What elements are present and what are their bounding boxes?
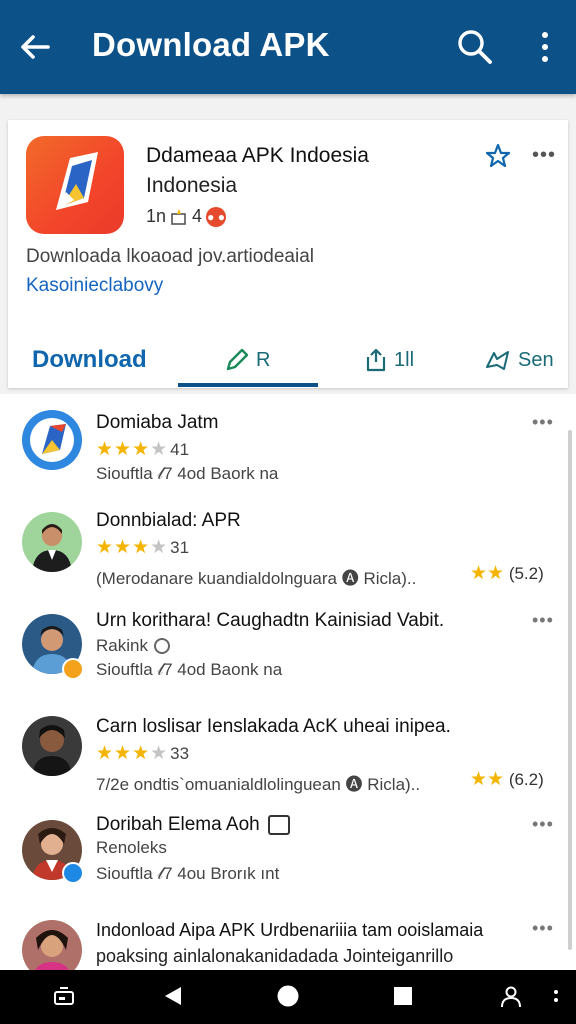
tab-edit-label: R xyxy=(256,348,271,371)
list-item[interactable]: Donnbialad: APR ★★★★ 31 (Merodanare kuan… xyxy=(0,510,576,612)
rating-hand-icon xyxy=(171,208,186,225)
star-rating-icon: ★★★★ xyxy=(96,537,169,558)
item-title: Domiaba Jatm xyxy=(96,412,219,433)
cast-icon[interactable] xyxy=(52,984,76,1008)
item-side-rating: ★★ (6.2) xyxy=(470,768,544,791)
verified-badge-icon xyxy=(62,862,84,884)
tab-edit[interactable]: R xyxy=(224,332,270,388)
item-sub-label: Rakink xyxy=(96,636,148,655)
meta-prefix: 1n xyxy=(146,206,167,226)
app-name: Ddameaa APK Indoesia xyxy=(146,144,369,167)
developer-link[interactable]: Kasoinieclabovy xyxy=(26,275,163,297)
item-more-button[interactable]: ••• xyxy=(532,412,554,433)
item-sub: Renoleks xyxy=(96,838,167,858)
item-more-button[interactable]: ••• xyxy=(532,918,554,939)
item-rating: ★★★★ 41 xyxy=(96,438,189,461)
app-subtitle: Indonesia xyxy=(146,174,238,197)
item-more-button[interactable]: ••• xyxy=(532,814,554,835)
list-item[interactable]: Urn korithara! Caughadtn Kainisiad Vabit… xyxy=(0,610,576,714)
side-rating-value: (6.2) xyxy=(508,770,544,789)
list-item[interactable]: Domiaba Jatm ★★★★ 41 Siouftla 𝓁7 4od Bao… xyxy=(0,408,576,510)
side-rating-value: (5.2) xyxy=(508,564,544,583)
system-nav-bar xyxy=(0,970,576,1024)
item-title: Carn loslisar Ienslakada AcK uheai inipe… xyxy=(96,716,451,737)
item-meta: Siouftla 𝓁7 4od Baonk na xyxy=(96,660,283,679)
item-title: Donnbialad: APR xyxy=(96,510,241,531)
app-detail-card: Ddameaa APK Indoesia Indonesia 1n 4 ● ● … xyxy=(8,120,568,388)
star-rating-icon: ★★ xyxy=(470,769,505,790)
item-title: Indonload Aipa APK Urdbenariiia tam oois… xyxy=(96,920,484,940)
star-rating-icon: ★★ xyxy=(470,563,505,584)
app-description: Dοwnloada lkoaoad jov.artiodeaial xyxy=(26,246,315,267)
item-meta: (Merodanare kuandialdolnguara 🅐 Ricla).. xyxy=(96,569,417,588)
star-rating-icon: ★★★★ xyxy=(96,743,169,764)
accessibility-icon[interactable] xyxy=(498,984,524,1010)
send-icon xyxy=(486,351,509,370)
tab-bar: Download R 1ll Sen xyxy=(8,332,568,388)
status-badge xyxy=(62,658,84,680)
arrow-back-icon[interactable] xyxy=(18,30,52,64)
tag-icon xyxy=(267,815,290,835)
app-meta: 1n 4 ● ● xyxy=(146,206,227,227)
item-meta: 7/2e ondtis`omuanialdlolinguean 🅐 Ricla)… xyxy=(96,775,421,794)
card-more-button[interactable]: ••• xyxy=(532,144,556,167)
item-meta: Siouftla 𝓁7 4od Baork na xyxy=(96,464,279,483)
page-title: Download APK xyxy=(92,26,330,63)
meta-count: 4 xyxy=(192,206,203,226)
item-sub-label: Renoleks xyxy=(96,838,167,857)
item-more-button[interactable]: ••• xyxy=(532,610,554,631)
tab-indicator xyxy=(178,383,318,387)
pencil-icon xyxy=(226,348,249,371)
list-item[interactable]: Doribah Elema Aoh Renoleks Siouftla 𝓁7 4… xyxy=(0,814,576,918)
more-dot-icon[interactable] xyxy=(552,984,560,1008)
info-circle-icon xyxy=(153,638,170,654)
avatar xyxy=(22,410,82,470)
recents-square-icon[interactable] xyxy=(392,984,414,1008)
item-side-rating: ★★ (5.2) xyxy=(470,562,544,585)
owl-icon: ● ● xyxy=(206,206,227,227)
item-title: Doribah Elema Aoh xyxy=(96,814,290,836)
share-icon xyxy=(366,348,386,372)
item-title: Urn korithara! Caughadtn Kainisiad Vabit… xyxy=(96,610,445,631)
tab-download-label: Download xyxy=(32,346,147,373)
home-circle-icon[interactable] xyxy=(276,984,300,1008)
app-logo-icon xyxy=(26,136,124,234)
list-item[interactable]: Carn loslisar Ienslakada AcK uheai inipe… xyxy=(0,714,576,816)
item-rating: ★★★★ 31 xyxy=(96,536,189,559)
tab-send-label: Sen xyxy=(518,348,554,371)
tab-share[interactable]: 1ll xyxy=(364,332,414,388)
scrollbar[interactable] xyxy=(568,430,572,950)
rating-value: 31 xyxy=(170,537,190,557)
tab-share-label: 1ll xyxy=(394,348,415,371)
item-rating: ★★★★ 33 xyxy=(96,742,189,765)
avatar xyxy=(22,716,82,776)
item-meta: Siouftla 𝓁7 4ou Brorık ınt xyxy=(96,864,280,883)
app-list[interactable]: Domiaba Jatm ★★★★ 41 Siouftla 𝓁7 4od Bao… xyxy=(0,394,576,970)
tab-download[interactable]: Download xyxy=(32,332,147,388)
back-triangle-icon[interactable] xyxy=(162,984,184,1008)
favorite-star-icon[interactable] xyxy=(484,142,512,170)
app-bar: Download APK xyxy=(0,0,576,94)
tab-send[interactable]: Sen xyxy=(484,332,554,388)
item-sub: Rakink xyxy=(96,636,170,656)
star-rating-icon: ★★★★ xyxy=(96,439,169,460)
avatar xyxy=(22,920,82,970)
search-icon[interactable] xyxy=(456,28,494,66)
list-item[interactable]: Indonload Aipa APK Urdbenariiia tam oois… xyxy=(0,918,576,970)
item-meta: poaksing ainlalonakanidadada Jointeiganr… xyxy=(96,946,454,966)
avatar xyxy=(22,512,82,572)
rating-value: 41 xyxy=(170,439,190,459)
item-title-label: Doribah Elema Aoh xyxy=(96,814,260,835)
more-vert-icon[interactable] xyxy=(536,30,554,64)
rating-value: 33 xyxy=(170,743,190,763)
